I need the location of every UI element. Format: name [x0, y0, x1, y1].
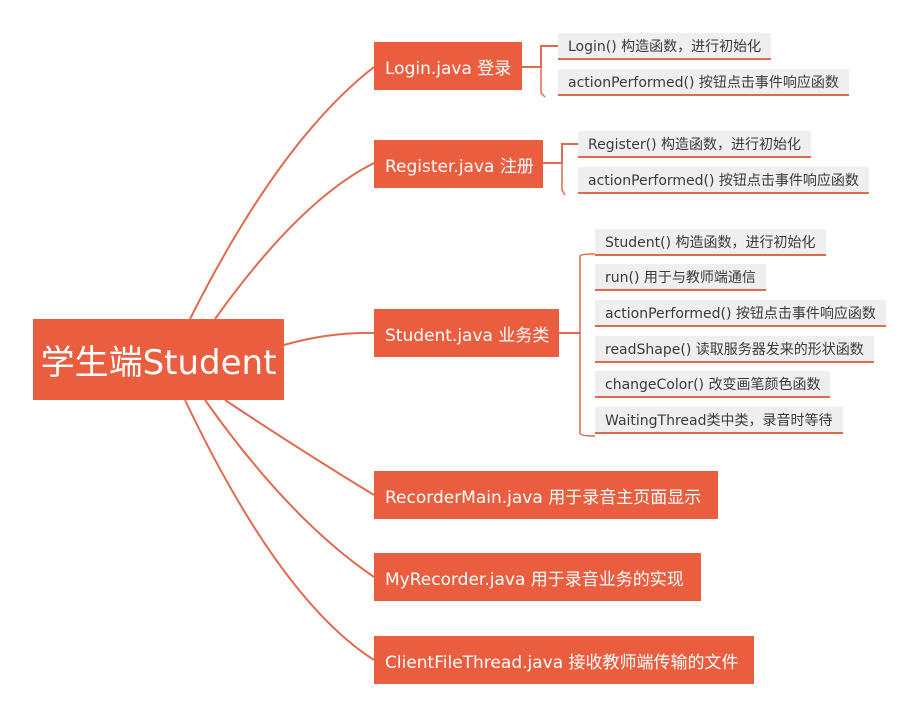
branch-student: Student.java 业务类 [374, 309, 559, 357]
branch-myrecorder: MyRecorder.java 用于录音业务的实现 [374, 553, 701, 601]
leaf-login-action: actionPerformed() 按钮点击事件响应函数 [558, 69, 849, 96]
leaf-student-constructor: Student() 构造函数，进行初始化 [595, 229, 826, 256]
leaf-student-changecolor: changeColor() 改变画笔颜色函数 [595, 371, 831, 398]
leaf-register-action: actionPerformed() 按钮点击事件响应函数 [578, 167, 869, 194]
leaf-register-constructor: Register() 构造函数，进行初始化 [578, 131, 812, 158]
root-node: 学生端Student [33, 319, 284, 400]
branch-login: Login.java 登录 [374, 42, 522, 90]
leaf-student-readshape: readShape() 读取服务器发来的形状函数 [595, 336, 874, 363]
leaf-student-action: actionPerformed() 按钮点击事件响应函数 [595, 300, 886, 327]
branch-clientfilethread: ClientFileThread.java 接收教师端传输的文件 [374, 636, 754, 684]
branch-register: Register.java 注册 [374, 140, 543, 188]
leaf-student-run: run() 用于与教师端通信 [595, 264, 766, 291]
branch-recordermain: RecorderMain.java 用于录音主页面显示 [374, 471, 718, 519]
leaf-login-constructor: Login() 构造函数，进行初始化 [558, 33, 772, 60]
leaf-student-waitingthread: WaitingThread类中类，录音时等待 [595, 407, 843, 434]
